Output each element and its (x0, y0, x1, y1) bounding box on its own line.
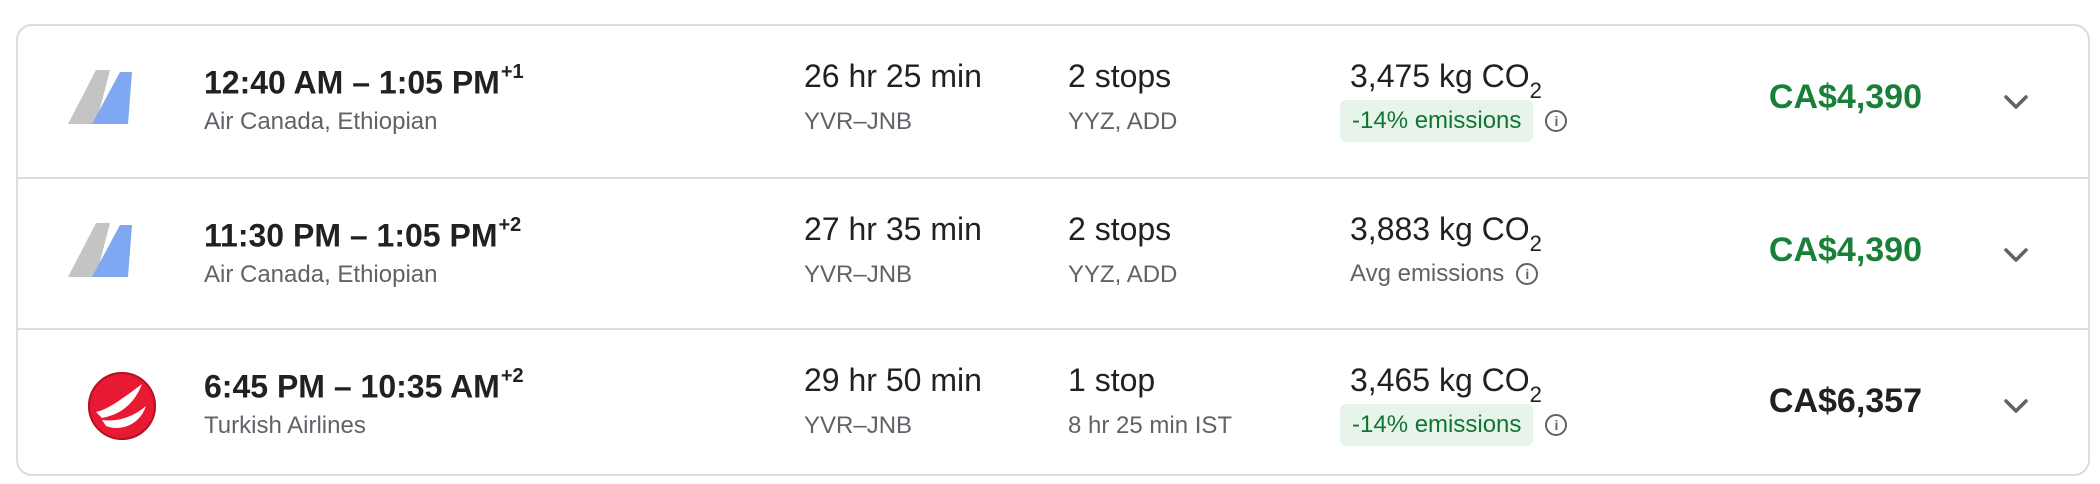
flight-times: 6:45 PM – 10:35 AM+2 (204, 365, 524, 405)
day-offset: +1 (500, 61, 524, 83)
emissions-badge: -14% emissions (1340, 100, 1534, 142)
chevron-down-icon[interactable] (2000, 390, 2032, 422)
emissions-badge: -14% emissions (1340, 404, 1534, 446)
airline-tail-logo-icon (68, 223, 132, 277)
flight-row[interactable]: 11:30 PM – 1:05 PM+2 Air Canada, Ethiopi… (18, 177, 2088, 330)
turkish-airlines-logo-icon (88, 372, 156, 440)
flight-row[interactable]: 12:40 AM – 1:05 PM+1 Air Canada, Ethiopi… (18, 26, 2088, 177)
day-offset: +2 (500, 365, 524, 387)
flight-route: YVR–JNB (804, 412, 913, 439)
stops-detail: YYZ, ADD (1068, 261, 1178, 288)
flight-route: YVR–JNB (804, 261, 913, 288)
flight-duration: 29 hr 50 min (804, 362, 982, 398)
info-icon[interactable]: i (1545, 110, 1568, 132)
flight-row[interactable]: 6:45 PM – 10:35 AM+2 Turkish Airlines 29… (18, 328, 2088, 474)
airline-tail-logo-icon (68, 70, 132, 124)
stops-count: 1 stop (1068, 362, 1156, 398)
flight-duration: 26 hr 25 min (804, 58, 982, 94)
airline-name: Air Canada, Ethiopian (204, 108, 438, 135)
flight-duration: 27 hr 35 min (804, 211, 982, 247)
flight-price: CA$4,390 (1768, 231, 1922, 269)
flight-price: CA$4,390 (1768, 78, 1922, 116)
stops-detail: YYZ, ADD (1068, 108, 1178, 135)
stops-detail: 8 hr 25 min IST (1068, 412, 1233, 439)
airline-name: Turkish Airlines (204, 412, 366, 439)
day-offset: +2 (498, 214, 522, 236)
emissions-info: Avg emissions i (1340, 253, 1539, 295)
stops-count: 2 stops (1068, 58, 1172, 94)
flight-times: 12:40 AM – 1:05 PM+1 (204, 61, 524, 101)
flight-price: CA$6,357 (1768, 382, 1922, 420)
emissions-info: -14% emissions i (1340, 100, 1568, 142)
flight-route: YVR–JNB (804, 108, 913, 135)
emissions-info: -14% emissions i (1340, 404, 1568, 446)
flight-times: 11:30 PM – 1:05 PM+2 (204, 214, 522, 254)
chevron-down-icon[interactable] (2000, 86, 2032, 118)
info-icon[interactable]: i (1516, 263, 1539, 285)
emissions-label: Avg emissions (1350, 260, 1505, 287)
airline-name: Air Canada, Ethiopian (204, 261, 438, 288)
info-icon[interactable]: i (1545, 414, 1568, 436)
chevron-down-icon[interactable] (2000, 239, 2032, 271)
stops-count: 2 stops (1068, 211, 1172, 247)
flight-results-list: 12:40 AM – 1:05 PM+1 Air Canada, Ethiopi… (16, 24, 2090, 476)
